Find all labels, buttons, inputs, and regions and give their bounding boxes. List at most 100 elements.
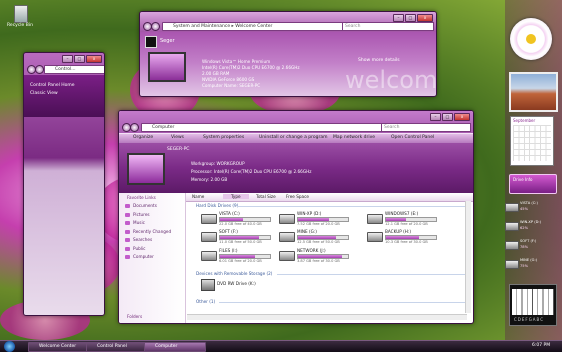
drive-tile[interactable]: BACKUP (H:) 10.3 GB free of 30.0 GB [367,229,441,245]
slideshow-gadget[interactable] [509,72,558,112]
column-type[interactable]: Type [223,194,249,199]
address-bar[interactable]: Control... [44,65,104,74]
forward-button[interactable] [151,22,160,31]
flower-clock-gadget[interactable] [510,18,552,60]
favorite-link[interactable]: Computer [133,254,154,259]
folder-icon [125,212,130,217]
favorite-link[interactable]: Public [133,246,145,251]
drive-free-space: 12.1 GB free of 20.0 GB [385,222,428,226]
drive-gadget-label: MINE (G:) [520,258,538,262]
welcome-watermark: welcome [345,66,437,94]
system-properties-button[interactable]: System properties [203,134,244,141]
user-avatar [145,36,157,48]
maximize-button[interactable]: □ [442,113,453,121]
column-name[interactable]: Name [192,194,204,199]
views-menu[interactable]: Views [171,134,184,141]
drive-tile[interactable]: SOFT (F:) 11.0 GB free of 50.0 GB [201,229,275,245]
start-button[interactable] [4,341,15,352]
open-control-panel-button[interactable]: Open Control Panel [391,134,434,141]
drive-tile[interactable]: FILES (I:) 6.01 GB free of 20.0 GB [201,248,275,264]
column-free-space[interactable]: Free Space [286,194,309,199]
drive-gadget[interactable]: WIN-XP (D:) 62% [505,219,557,234]
folders-toggle[interactable]: Folders [127,314,142,319]
memory-info: 2.00 GB RAM [202,71,230,76]
search-input[interactable]: Search [342,22,434,31]
favorite-link[interactable]: Searches [133,237,152,242]
drive-name: MINE (G:) [297,229,317,234]
drive-name: SOFT (F:) [219,229,238,234]
horizontal-scrollbar[interactable] [187,314,467,320]
folder-icon [125,246,130,251]
processor-detail: Processor: Intel(R) Core(TM)2 Duo CPU E6… [191,169,312,174]
processor-info: Intel(R) Core(TM)2 Duo CPU E6700 @ 2.66G… [202,65,300,70]
folder-icon [125,255,130,259]
organize-menu[interactable]: Organize [133,134,153,141]
drive-tile[interactable]: WIN-XP (D:) 7.52 GB free of 20.0 GB [279,211,353,227]
drive-free-space: 10.3 GB free of 30.0 GB [385,240,428,244]
calendar-gadget[interactable]: September [510,116,554,166]
hard-drive-icon [279,214,295,224]
column-total-size[interactable]: Total Size [256,194,276,199]
drive-gadget-value: 45% [520,207,528,211]
monitor-icon [148,52,186,82]
drive-name: FILES (I:) [219,248,238,253]
computer-window[interactable]: – □ x Computer Search Organize Views Syste… [118,110,474,324]
drive-gadget-value: 78% [520,245,528,249]
maximize-button[interactable]: □ [405,14,416,22]
vertical-scrollbar[interactable] [465,201,471,313]
hard-drive-icon [505,222,519,231]
show-more-details-link[interactable]: Show more details [358,58,400,63]
drive-gadget-label: SOFT (F:) [520,239,537,243]
recycle-bin-icon[interactable]: Recycle Bin [6,5,34,31]
favorite-link[interactable]: Recently Changed [133,229,171,234]
drive-name: BACKUP (H:) [385,229,411,234]
favorite-link[interactable]: Music [133,220,145,225]
drive-gadget-label: VISTA (C:) [520,201,538,205]
favorite-link[interactable]: Documents [133,203,157,208]
favorite-link[interactable]: Pictures [133,212,150,217]
drive-tile[interactable]: MINE (G:) 12.5 GB free of 50.0 GB [279,229,353,245]
maximize-button[interactable]: □ [74,55,85,63]
drive-info-gadget[interactable]: Drive Info [509,174,557,194]
drive-free-space: 3.87 GB free of 30.0 GB [297,259,340,263]
classic-view-link[interactable]: Classic View [30,91,58,96]
piano-keys[interactable] [512,289,554,315]
hard-drive-icon [279,251,295,261]
close-button[interactable]: x [417,14,433,22]
drive-tile[interactable]: VISTA (C:) 22.0 GB free of 40.0 GB [201,211,275,227]
minimize-button[interactable]: – [393,14,404,22]
close-button[interactable]: x [454,113,470,121]
close-button[interactable]: x [86,55,102,63]
address-bar[interactable]: System and Maintenance ▸ Welcome Center [162,22,344,31]
hdd-group-header[interactable]: Hard Disk Drives (9) [196,203,238,208]
piano-gadget[interactable]: CDEFGABC [509,284,557,326]
forward-button[interactable] [130,123,139,132]
drive-free-space: 22.0 GB free of 40.0 GB [219,222,262,226]
removable-group-header[interactable]: Devices with Removable Storage (2) [196,271,272,276]
uninstall-program-button[interactable]: Uninstall or change a program [259,134,327,141]
drive-free-space: 11.0 GB free of 50.0 GB [219,240,262,244]
drive-name: WIN-XP (D:) [297,211,322,216]
search-input[interactable]: Search [381,123,471,132]
minimize-button[interactable]: – [62,55,73,63]
taskbar-clock[interactable]: 6:07 PM [532,343,550,348]
address-bar[interactable]: Computer [141,123,385,132]
welcome-center-window[interactable]: – □ x System and Maintenance ▸ Welcome Cen… [139,11,437,97]
drive-gadget[interactable]: SOFT (F:) 78% [505,238,557,253]
drive-tile[interactable]: WINDOWS7 (E:) 12.1 GB free of 20.0 GB [367,211,441,227]
other-group-header[interactable]: Other (1) [196,299,215,304]
minimize-button[interactable]: – [430,113,441,121]
map-network-drive-button[interactable]: Map network drive [333,134,375,141]
control-panel-home-link[interactable]: Control Panel Home [30,83,75,88]
control-panel-window[interactable]: – □ x Control... Control Panel Home Classi… [23,52,105,316]
forward-button[interactable] [35,65,44,74]
drive-gadget[interactable]: VISTA (C:) 45% [505,200,557,215]
drive-name: VISTA (C:) [219,211,240,216]
dvd-drive-label[interactable]: DVD RW Drive (K:) [217,281,256,286]
drive-tile[interactable]: NETWORK (J:) 3.87 GB free of 30.0 GB [279,248,353,264]
folder-icon [125,221,130,225]
drive-gadget[interactable]: MINE (G:) 75% [505,257,557,272]
drive-gadget-value: 75% [520,264,528,268]
calendar-grid [513,125,551,161]
clock-center [526,34,536,44]
